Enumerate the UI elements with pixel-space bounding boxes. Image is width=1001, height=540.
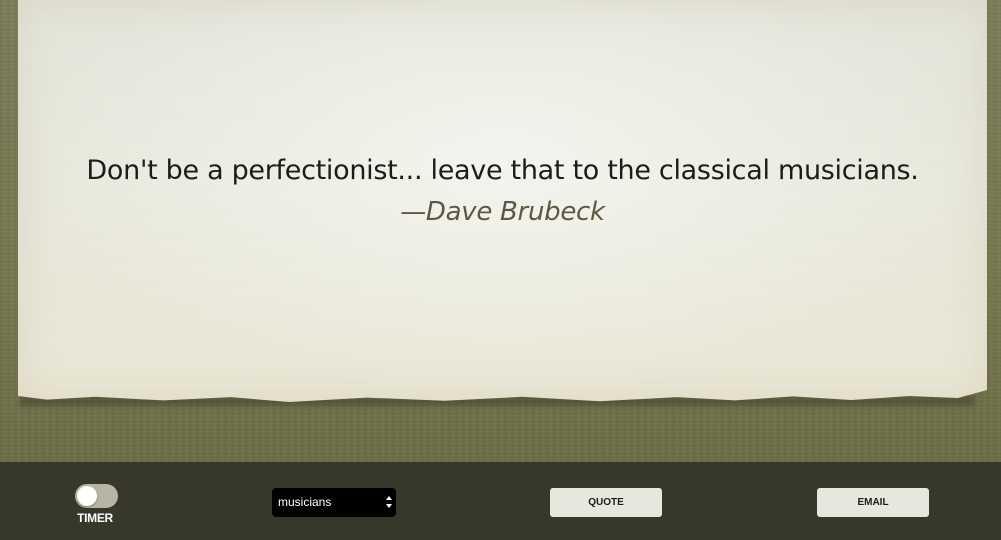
- quote-button[interactable]: QUOTE: [550, 488, 662, 517]
- select-arrows-icon: [386, 496, 392, 508]
- quote-text: Don't be a perfectionist... leave that t…: [86, 155, 919, 186]
- quote-block: Don't be a perfectionist... leave that t…: [18, 150, 987, 232]
- timer-label: TIMER: [77, 511, 113, 525]
- category-selected-value: musicians: [278, 495, 332, 509]
- timer-toggle[interactable]: [75, 484, 118, 508]
- quote-author: —Dave Brubeck: [400, 197, 605, 227]
- email-button[interactable]: EMAIL: [817, 488, 929, 517]
- category-select[interactable]: musicians: [272, 488, 396, 517]
- control-bar: TIMER musicians QUOTE EMAIL: [0, 462, 1001, 540]
- toggle-knob: [77, 486, 97, 506]
- timer-control: TIMER: [75, 484, 119, 525]
- quote-app: Don't be a perfectionist... leave that t…: [0, 0, 1001, 540]
